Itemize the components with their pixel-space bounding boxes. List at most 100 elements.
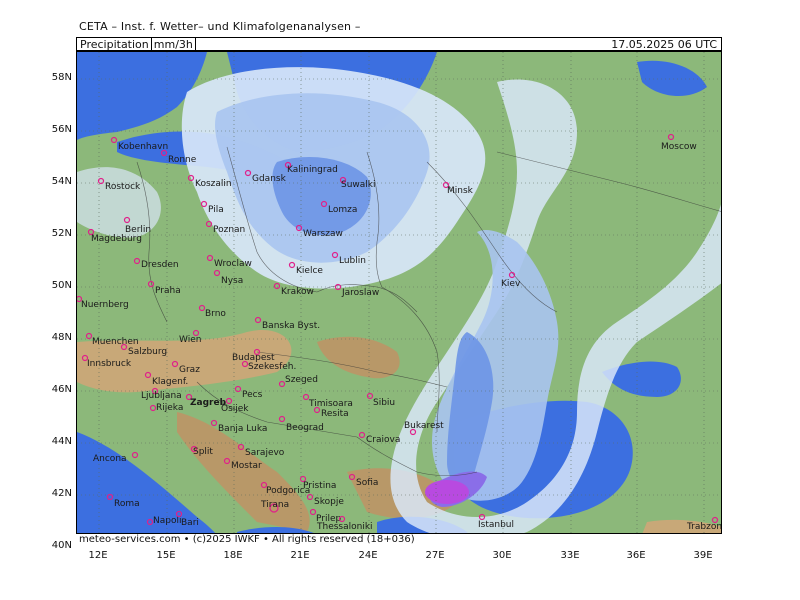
svg-text:Minsk: Minsk <box>447 186 474 196</box>
lat-tick-46: 46N <box>51 384 72 395</box>
svg-text:Lomza: Lomza <box>328 205 357 215</box>
title-bar: Precipitation mm/3h 17.05.2025 06 UTC <box>76 37 722 52</box>
city-szekesfehervar: Szekesfeh. <box>241 360 296 372</box>
lon-tick-27: 27E <box>425 550 445 561</box>
city-suwalki: Suwalki <box>339 176 376 190</box>
svg-text:Osijek: Osijek <box>221 404 249 414</box>
svg-text:Poznan: Poznan <box>213 225 245 235</box>
svg-text:Klagenf.: Klagenf. <box>152 377 188 387</box>
lon-tick-33: 33E <box>560 550 580 561</box>
lat-tick-42: 42N <box>51 488 72 499</box>
product-name: Precipitation <box>80 38 149 51</box>
lat-tick-54: 54N <box>51 176 72 187</box>
svg-text:Magdeburg: Magdeburg <box>91 234 142 244</box>
lon-tick-36: 36E <box>626 550 646 561</box>
svg-text:Rostock: Rostock <box>105 182 141 192</box>
svg-text:Wroclaw: Wroclaw <box>214 259 252 269</box>
lat-tick-56: 56N <box>51 124 72 135</box>
svg-text:Craiova: Craiova <box>366 435 400 445</box>
precipitation-map: Kobenhavn Ronne Rostock Koszalin Gdansk … <box>76 51 722 546</box>
svg-text:Gdansk: Gdansk <box>252 174 287 184</box>
lat-tick-58: 58N <box>51 72 72 83</box>
city-salzburg: Salzburg <box>120 343 167 357</box>
svg-text:Bari: Bari <box>181 518 199 528</box>
lon-tick-24: 24E <box>358 550 378 561</box>
lat-tick-40: 40N <box>51 540 72 551</box>
svg-text:Kobenhavn: Kobenhavn <box>118 142 168 152</box>
svg-text:Timisoara: Timisoara <box>308 399 353 409</box>
svg-text:Podgorica: Podgorica <box>266 486 310 496</box>
svg-text:Thessaloniki: Thessaloniki <box>316 522 373 532</box>
city-skopje: Skopje <box>306 493 344 507</box>
lon-tick-18: 18E <box>223 550 243 561</box>
svg-text:Szekesfeh.: Szekesfeh. <box>248 362 296 372</box>
svg-text:Roma: Roma <box>114 499 140 509</box>
svg-text:Lublin: Lublin <box>339 256 366 266</box>
svg-text:Salzburg: Salzburg <box>128 347 167 357</box>
svg-text:Graz: Graz <box>179 365 200 375</box>
svg-text:Wien: Wien <box>179 335 201 345</box>
city-ljubljana: Ljubljana <box>141 387 182 401</box>
city-kaliningrad: Kaliningrad <box>284 161 338 175</box>
svg-text:Nysa: Nysa <box>221 276 243 286</box>
svg-text:Kaliningrad: Kaliningrad <box>287 165 338 175</box>
lat-tick-52: 52N <box>51 228 72 239</box>
precip-max-core <box>425 480 469 504</box>
svg-text:Banska Byst.: Banska Byst. <box>262 321 320 331</box>
svg-text:Ljubljana: Ljubljana <box>141 391 182 401</box>
map-svg: Kobenhavn Ronne Rostock Koszalin Gdansk … <box>77 52 722 545</box>
svg-text:Banja Luka: Banja Luka <box>218 424 267 434</box>
svg-text:Skopje: Skopje <box>314 497 344 507</box>
lon-tick-15: 15E <box>156 550 176 561</box>
lat-tick-50: 50N <box>51 280 72 291</box>
city-mostar: Mostar <box>223 457 262 471</box>
valid-time: 17.05.2025 06 UTC <box>611 38 717 51</box>
svg-text:Bukarest: Bukarest <box>404 421 444 431</box>
svg-text:Kielce: Kielce <box>296 266 323 276</box>
svg-text:Mostar: Mostar <box>231 461 262 471</box>
svg-text:Resita: Resita <box>321 409 349 419</box>
svg-text:Pila: Pila <box>208 205 224 215</box>
svg-text:Suwalki: Suwalki <box>341 180 376 190</box>
svg-text:Tirana: Tirana <box>260 500 289 510</box>
svg-text:Dresden: Dresden <box>141 260 179 270</box>
svg-text:Istanbul: Istanbul <box>478 520 514 530</box>
svg-text:Brno: Brno <box>205 309 226 319</box>
svg-text:Beograd: Beograd <box>286 423 324 433</box>
city-szeged: Szeged <box>278 375 318 388</box>
copyright-footer: meteo-services.com • (c)2025 IWKF • All … <box>76 533 722 546</box>
svg-text:Warszaw: Warszaw <box>303 229 343 239</box>
svg-text:Szeged: Szeged <box>285 375 318 385</box>
svg-text:Pecs: Pecs <box>242 390 263 400</box>
svg-text:Ancona: Ancona <box>93 454 127 464</box>
lon-tick-30: 30E <box>492 550 512 561</box>
svg-text:Praha: Praha <box>155 286 181 296</box>
svg-text:Moscow: Moscow <box>661 142 697 152</box>
city-dresden: Dresden <box>133 257 179 270</box>
product-unit: mm/3h <box>150 37 196 52</box>
svg-text:Nuernberg: Nuernberg <box>81 300 129 310</box>
svg-text:Kiev: Kiev <box>501 279 521 289</box>
svg-text:Muenchen: Muenchen <box>92 337 139 347</box>
lat-tick-48: 48N <box>51 332 72 343</box>
svg-text:Sibiu: Sibiu <box>373 398 395 408</box>
svg-text:Sofia: Sofia <box>356 478 378 488</box>
lon-tick-39: 39E <box>693 550 713 561</box>
svg-text:Jaroslaw: Jaroslaw <box>341 288 379 298</box>
svg-text:Sarajevo: Sarajevo <box>245 448 285 458</box>
svg-text:Split: Split <box>193 447 213 457</box>
lon-tick-21: 21E <box>290 550 310 561</box>
svg-text:Trabzon: Trabzon <box>686 522 722 532</box>
lon-tick-12: 12E <box>88 550 108 561</box>
lat-tick-44: 44N <box>51 436 72 447</box>
svg-text:Rijeka: Rijeka <box>156 403 183 413</box>
svg-text:Innsbruck: Innsbruck <box>87 359 132 369</box>
city-napoli: Napoli <box>146 516 181 526</box>
institute-header: CETA – Inst. f. Wetter– und Klimafolgena… <box>79 20 361 33</box>
svg-text:Napoli: Napoli <box>153 516 181 526</box>
city-split: Split <box>190 445 213 457</box>
product-title: Precipitation mm/3h <box>80 37 196 52</box>
svg-text:Ronne: Ronne <box>168 155 197 165</box>
svg-text:Koszalin: Koszalin <box>195 179 232 189</box>
city-craiova: Craiova <box>358 431 400 445</box>
